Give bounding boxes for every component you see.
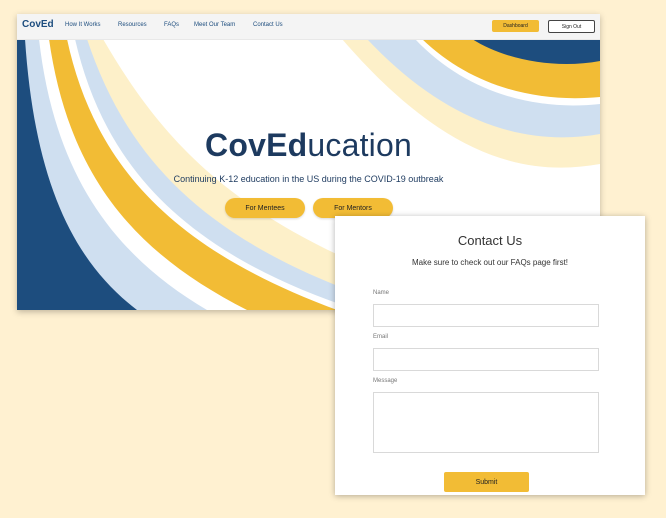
nav-link-meet-our-team[interactable]: Meet Our Team	[194, 22, 235, 28]
sign-out-button[interactable]: Sign Out	[548, 20, 595, 33]
contact-form-card: Contact Us Make sure to check out our FA…	[335, 216, 645, 495]
for-mentees-button[interactable]: For Mentees	[225, 198, 305, 218]
hero-subtitle: Continuing K-12 education in the US duri…	[173, 174, 444, 184]
nav-link-contact-us[interactable]: Contact Us	[253, 22, 283, 28]
name-field[interactable]	[373, 304, 599, 327]
email-label: Email	[373, 334, 389, 340]
nav-link-faqs[interactable]: FAQs	[164, 22, 179, 28]
nav-link-resources[interactable]: Resources	[118, 22, 147, 28]
nav-link-how-it-works[interactable]: How It Works	[65, 22, 101, 28]
top-navbar: CovEd How It Works Resources FAQs Meet O…	[17, 14, 600, 40]
submit-button[interactable]: Submit	[444, 472, 529, 492]
contact-subtitle: Make sure to check out our FAQs page fir…	[411, 258, 569, 267]
email-field[interactable]	[373, 348, 599, 371]
hero-title-rest: ucation	[307, 127, 412, 163]
message-label: Message	[373, 378, 398, 384]
message-field[interactable]	[373, 392, 599, 453]
hero-title-bold: CovEd	[205, 127, 308, 163]
hero-title: CovEducation	[17, 127, 600, 164]
dashboard-button[interactable]: Dashboard	[492, 20, 539, 32]
name-label: Name	[373, 290, 390, 296]
for-mentors-button[interactable]: For Mentors	[313, 198, 393, 218]
brand-logo[interactable]: CovEd	[22, 19, 54, 30]
contact-title: Contact Us	[457, 233, 523, 248]
